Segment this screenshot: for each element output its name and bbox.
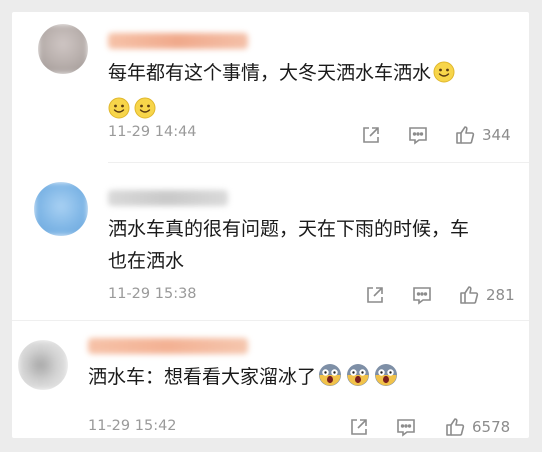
share-button[interactable] <box>348 416 370 438</box>
username-blurred[interactable] <box>108 190 228 206</box>
comment-actions: 6578 <box>348 416 528 440</box>
scared-emoji-icon <box>346 363 370 398</box>
share-icon <box>351 419 367 435</box>
comment-item-3: 洒水车：想看看大家溜冰了 11-29 15:42 6578 <box>12 320 529 438</box>
like-button[interactable]: 6578 <box>444 416 510 438</box>
comment-list: 每年都有这个事情，大冬天洒水车洒水 11-29 14:44 344 洒水车真的很… <box>12 12 529 438</box>
comment-text-line: 每年都有这个事情，大冬天洒水车洒水 <box>108 63 432 84</box>
share-icon <box>367 287 383 303</box>
like-button[interactable]: 281 <box>458 284 515 306</box>
reply-button[interactable] <box>407 124 429 146</box>
comment-text: 洒水车：想看看大家溜冰了 <box>88 362 518 398</box>
share-button[interactable] <box>360 124 382 146</box>
thumbs-up-icon <box>460 286 479 304</box>
comment-timestamp: 11-29 14:44 <box>108 124 197 140</box>
like-count: 281 <box>486 286 515 304</box>
share-button[interactable] <box>364 284 386 306</box>
comment-timestamp: 11-29 15:42 <box>88 418 177 434</box>
comment-item-1: 每年都有这个事情，大冬天洒水车洒水 11-29 14:44 344 <box>12 12 529 163</box>
comment-text-line: 也在洒水 <box>108 251 185 272</box>
comment-timestamp: 11-29 15:38 <box>108 286 197 302</box>
like-button[interactable]: 344 <box>454 124 511 146</box>
comment-icon <box>397 419 415 437</box>
share-icon <box>363 127 379 143</box>
username-blurred[interactable] <box>108 33 248 49</box>
comment-text: 洒水车真的很有问题，天在下雨的时候，车 也在洒水 <box>108 214 518 278</box>
like-count: 6578 <box>472 418 511 436</box>
comment-text: 每年都有这个事情，大冬天洒水车洒水 <box>108 58 518 130</box>
reply-button[interactable] <box>395 416 417 438</box>
smile-emoji-icon <box>433 61 455 94</box>
scared-emoji-icon <box>318 363 342 398</box>
reply-button[interactable] <box>411 284 433 306</box>
avatar[interactable] <box>18 340 68 390</box>
like-count: 344 <box>482 126 511 144</box>
comment-icon <box>413 287 431 305</box>
comment-actions: 344 <box>358 124 528 148</box>
comment-text-line: 洒水车真的很有问题，天在下雨的时候，车 <box>108 219 470 240</box>
thumbs-up-icon <box>446 418 465 436</box>
username-blurred[interactable] <box>88 338 248 354</box>
avatar[interactable] <box>38 24 88 74</box>
scared-emoji-icon <box>374 363 398 398</box>
comment-text-line: 洒水车：想看看大家溜冰了 <box>88 367 317 388</box>
comment-actions: 281 <box>362 284 528 308</box>
comment-item-2: 洒水车真的很有问题，天在下雨的时候，车 也在洒水 11-29 15:38 281 <box>12 162 529 321</box>
avatar[interactable] <box>34 182 88 236</box>
thumbs-up-icon <box>456 126 475 144</box>
comment-icon <box>409 127 427 145</box>
